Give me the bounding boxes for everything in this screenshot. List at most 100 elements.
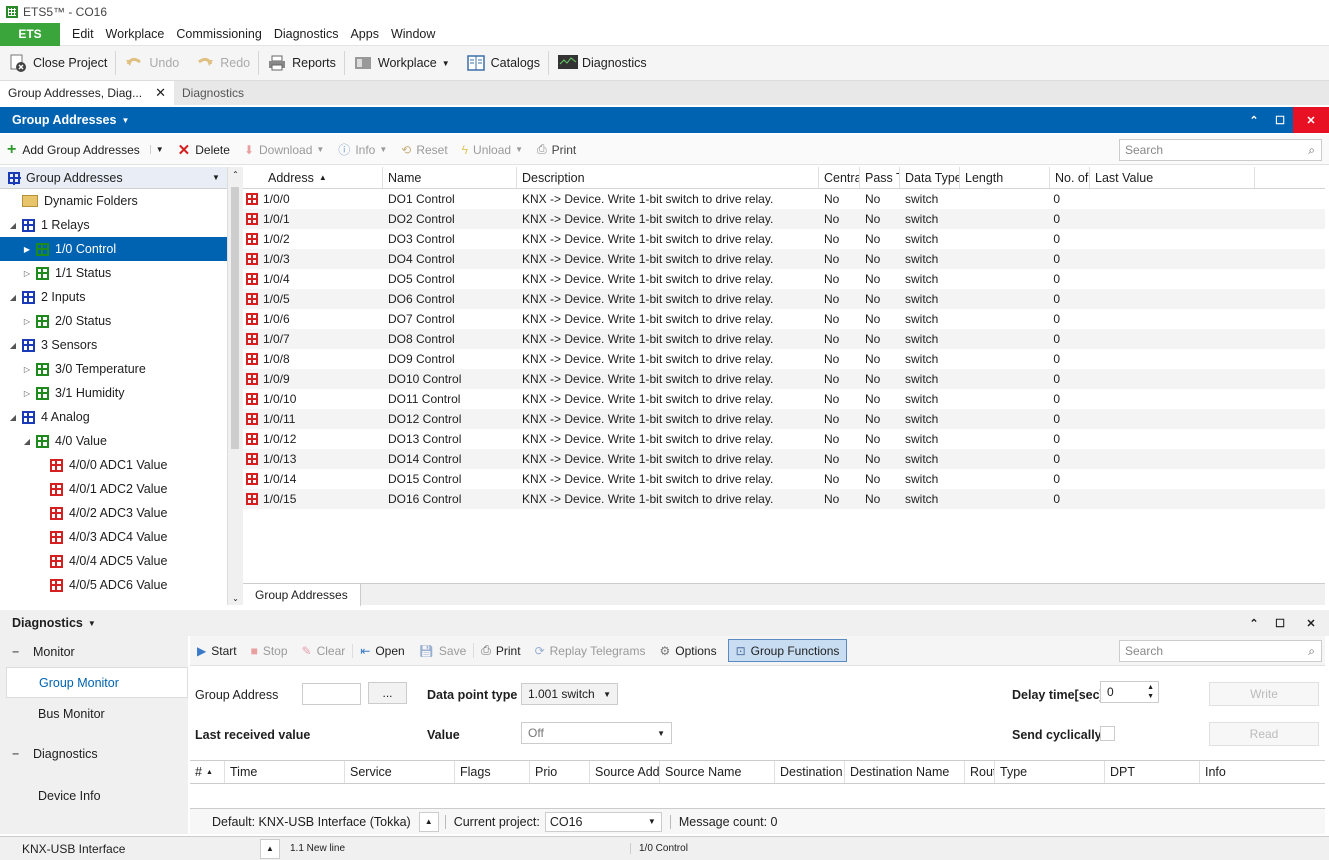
column-header-number[interactable]: # ▲ [190, 761, 225, 783]
table-row[interactable]: 1/0/2 DO3 Control KNX -> Device. Write 1-b… [243, 229, 1325, 249]
column-header-source-address[interactable]: Source Add [590, 761, 660, 783]
nav-group-diagnostics[interactable]: − Diagnostics [0, 738, 188, 769]
table-row[interactable]: 1/0/8 DO9 Control KNX -> Device. Write 1-b… [243, 349, 1325, 369]
tree-node[interactable]: 4/0/5 ADC6 Value [0, 573, 228, 597]
tree-node[interactable]: 4/0/4 ADC5 Value [0, 549, 228, 573]
browse-button[interactable]: ... [368, 682, 407, 704]
reset-button[interactable]: ⟲ Reset [394, 143, 454, 157]
column-header-data-type[interactable]: Data Type [900, 167, 960, 188]
expand-toggle-icon[interactable]: ▷ [22, 317, 32, 326]
column-header-service[interactable]: Service [345, 761, 455, 783]
table-row[interactable]: 1/0/7 DO8 Control KNX -> Device. Write 1-b… [243, 329, 1325, 349]
menu-commissioning[interactable]: Commissioning [170, 27, 267, 41]
menu-window[interactable]: Window [385, 27, 441, 41]
tree-node[interactable]: ◢ 4/0 Value [0, 429, 228, 453]
tree-node[interactable]: 4/0/3 ADC4 Value [0, 525, 228, 549]
data-point-type-select[interactable]: 1.001 switch ▼ [521, 683, 618, 705]
tree-node[interactable]: 4/0/0 ADC1 Value [0, 453, 228, 477]
start-button[interactable]: ▶ Start [190, 644, 244, 658]
table-row[interactable]: 1/0/13 DO14 Control KNX -> Device. Write 1… [243, 449, 1325, 469]
column-header-dpt[interactable]: DPT [1105, 761, 1200, 783]
monitor-search-input[interactable]: Search ⌕ [1119, 640, 1322, 662]
table-row[interactable]: 1/0/4 DO5 Control KNX -> Device. Write 1-b… [243, 269, 1325, 289]
scroll-thumb[interactable] [231, 187, 239, 449]
group-functions-button[interactable]: ⊡ Group Functions [727, 639, 848, 662]
expand-toggle-icon[interactable]: ▶ [22, 245, 32, 254]
table-row[interactable]: 1/0/6 DO7 Control KNX -> Device. Write 1-b… [243, 309, 1325, 329]
table-row[interactable]: 1/0/3 DO4 Control KNX -> Device. Write 1-b… [243, 249, 1325, 269]
tree-node[interactable]: ▷ 3/1 Humidity [0, 381, 228, 405]
table-row[interactable]: 1/0/0 DO1 Control KNX -> Device. Write 1-b… [243, 189, 1325, 209]
column-header-prio[interactable]: Prio [530, 761, 590, 783]
value-select[interactable]: Off ▼ [521, 722, 672, 744]
tree-node[interactable]: ▶ 1/0 Control [0, 237, 228, 261]
table-row[interactable]: 1/0/1 DO2 Control KNX -> Device. Write 1-b… [243, 209, 1325, 229]
info-button[interactable]: ⓘ Info ▼ [331, 141, 394, 158]
delete-button[interactable]: ✕ Delete [171, 141, 237, 159]
panel-title[interactable]: Diagnostics [12, 616, 83, 630]
tab-group-addresses[interactable]: Group Addresses [243, 584, 361, 606]
reports-button[interactable]: Reports [259, 48, 344, 78]
table-row[interactable]: 1/0/14 DO15 Control KNX -> Device. Write 1… [243, 469, 1325, 489]
options-button[interactable]: ⚙ Options [652, 644, 723, 658]
undo-button[interactable]: Undo [116, 48, 187, 78]
column-header-last-value[interactable]: Last Value [1090, 167, 1255, 188]
tree-node[interactable]: 4/0/2 ADC3 Value [0, 501, 228, 525]
expand-toggle-icon[interactable]: ◢ [8, 413, 18, 422]
print-button[interactable]: ⎙ Print [530, 142, 583, 157]
menu-diagnostics[interactable]: Diagnostics [268, 27, 345, 41]
open-button[interactable]: ⇤ Open [352, 643, 411, 658]
column-header-length[interactable]: Length [960, 167, 1050, 188]
tree-node[interactable]: ◢ 3 Sensors [0, 333, 228, 357]
catalogs-button[interactable]: Catalogs [458, 48, 548, 78]
unload-button[interactable]: ϟ Unload ▼ [455, 143, 530, 157]
table-row[interactable]: 1/0/10 DO11 Control KNX -> Device. Write 1… [243, 389, 1325, 409]
current-project-select[interactable]: CO16 ▼ [544, 811, 662, 832]
expand-toggle-icon[interactable]: ◢ [8, 221, 18, 230]
menu-workplace[interactable]: Workplace [100, 27, 171, 41]
column-header-destination-name[interactable]: Destination Name [845, 761, 965, 783]
print-button[interactable]: ⎙ Print [473, 643, 527, 658]
delay-time-spinner[interactable]: 0 ▲ ▼ [1100, 681, 1159, 703]
panel-title[interactable]: Group Addresses [12, 113, 116, 127]
column-header-flags[interactable]: Flags [455, 761, 530, 783]
expand-toggle-icon[interactable]: ▷ [22, 365, 32, 374]
column-header-address[interactable]: Address ▲ [243, 167, 383, 188]
nav-item-bus-monitor[interactable]: Bus Monitor [0, 698, 188, 729]
tree-node[interactable]: 4/0/1 ADC2 Value [0, 477, 228, 501]
column-header-rout[interactable]: Rout [965, 761, 995, 783]
download-button[interactable]: ⬇ Download ▼ [237, 143, 331, 157]
redo-button[interactable]: Redo [187, 48, 258, 78]
column-header-destination[interactable]: Destination [775, 761, 845, 783]
tab-group-addresses-diag[interactable]: Group Addresses, Diag... ✕ [0, 81, 174, 105]
column-header-number-of[interactable]: No. of [1050, 167, 1090, 188]
table-row[interactable]: 1/0/12 DO13 Control KNX -> Device. Write 1… [243, 429, 1325, 449]
search-input[interactable]: Search ⌕ [1119, 139, 1322, 161]
close-icon[interactable]: ✕ [1293, 107, 1329, 133]
spinner-arrows-icon[interactable]: ▲ ▼ [1147, 683, 1154, 701]
column-header-description[interactable]: Description [517, 167, 819, 188]
maximize-icon[interactable]: ☐ [1267, 107, 1293, 133]
maximize-icon[interactable]: ☐ [1267, 610, 1293, 636]
column-header-source-name[interactable]: Source Name [660, 761, 775, 783]
diagnostics-button[interactable]: Diagnostics [549, 48, 655, 78]
menu-apps[interactable]: Apps [344, 27, 385, 41]
workplace-dropdown[interactable]: Workplace ▼ [345, 48, 458, 78]
expand-toggle-icon[interactable]: ▷ [22, 269, 32, 278]
scroll-down-icon[interactable]: ⌄ [228, 594, 243, 603]
close-icon[interactable]: ✕ [155, 85, 166, 101]
table-row[interactable]: 1/0/5 DO6 Control KNX -> Device. Write 1-b… [243, 289, 1325, 309]
expand-toggle-icon[interactable]: ▷ [22, 389, 32, 398]
table-row[interactable]: 1/0/11 DO12 Control KNX -> Device. Write 1… [243, 409, 1325, 429]
column-header-name[interactable]: Name [383, 167, 517, 188]
tab-diagnostics[interactable]: Diagnostics [174, 81, 252, 105]
menu-edit[interactable]: Edit [66, 27, 100, 41]
write-button[interactable]: Write [1209, 682, 1319, 706]
replay-telegrams-button[interactable]: ⟳ Replay Telegrams [528, 644, 653, 658]
tree-node[interactable]: ◢ 2 Inputs [0, 285, 228, 309]
stop-button[interactable]: ■ Stop [244, 644, 295, 658]
chevron-up-icon[interactable]: ▲ [260, 838, 280, 859]
chevron-down-icon[interactable]: ▼ [88, 619, 96, 628]
tree-node[interactable]: Dynamic Folders [0, 189, 228, 213]
table-row[interactable]: 1/0/9 DO10 Control KNX -> Device. Write 1-… [243, 369, 1325, 389]
